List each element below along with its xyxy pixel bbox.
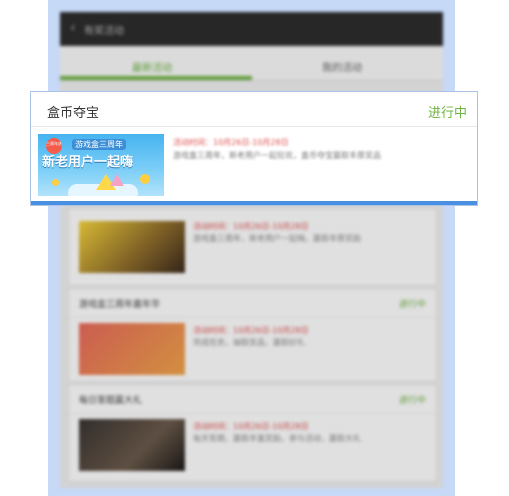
back-arrow-icon[interactable]: ‹ bbox=[70, 20, 76, 36]
banner-subtitle: 游戏盒三周年 bbox=[72, 139, 126, 150]
activity-desc: 完成任务，抽取奖品，赢取好礼 bbox=[193, 338, 305, 347]
activity-info: 活动时间：10月26日-10月28日 游戏盒三周年，新老用户一起狂欢，盒币夺宝赢… bbox=[173, 136, 467, 162]
highlight-bar bbox=[31, 201, 477, 205]
activity-status: 进行中 bbox=[398, 396, 426, 406]
gift-shape bbox=[110, 174, 124, 186]
background-app-screen: ‹ 有奖活动 最新活动 我的活动 活动时间：10月26日-10月28日 游戏盒三… bbox=[60, 12, 443, 488]
activity-desc: 每天答题，赢取丰富奖励，参与活动，赢取大礼 bbox=[193, 434, 361, 443]
activity-thumbnail bbox=[79, 323, 185, 375]
activity-date: 活动时间：10月26日-10月28日 bbox=[193, 222, 309, 231]
activity-desc: 游戏盒三周年，新老用户一起狂欢，盒币夺宝赢取丰厚奖品 bbox=[173, 151, 381, 160]
activity-tabs: 最新活动 我的活动 bbox=[60, 46, 443, 81]
activity-date: 活动时间：10月26日-10月28日 bbox=[173, 138, 289, 147]
activity-thumbnail bbox=[79, 419, 185, 471]
featured-activity-card[interactable]: 盒币夺宝 进行中 三周年庆 游戏盒三周年 新老用户一起嗨 活动时间：10月26日… bbox=[30, 91, 478, 206]
activity-status: 进行中 bbox=[398, 300, 426, 310]
coin-icon bbox=[52, 179, 59, 186]
activity-name: 游戏盒三周年嘉年华 bbox=[79, 300, 161, 310]
activity-desc: 游戏盒三周年，新老用户一起嗨，赢取丰厚奖励 bbox=[193, 234, 361, 243]
app-title: 有奖活动 bbox=[84, 26, 124, 37]
tab-indicator bbox=[60, 76, 252, 80]
activity-card[interactable]: 游戏盒三周年嘉年华 进行中 活动时间：10月26日-10月28日 完成任务，抽取… bbox=[68, 288, 437, 382]
activity-name: 每日答题赢大礼 bbox=[79, 396, 143, 406]
app-title-bar: ‹ 有奖活动 bbox=[60, 12, 443, 46]
activity-banner[interactable]: 三周年庆 游戏盒三周年 新老用户一起嗨 bbox=[38, 134, 164, 196]
activity-card[interactable]: 活动时间：10月26日-10月28日 游戏盒三周年，新老用户一起嗨，赢取丰厚奖励 bbox=[68, 208, 437, 286]
activity-title: 盒币夺宝 bbox=[47, 106, 100, 121]
activity-status: 进行中 bbox=[427, 106, 467, 121]
activity-date: 活动时间：10月26日-10月28日 bbox=[193, 422, 309, 431]
card-divider bbox=[31, 126, 477, 127]
activity-thumbnail bbox=[79, 221, 185, 273]
tab-mine[interactable]: 我的活动 bbox=[322, 59, 362, 74]
activity-card[interactable]: 每日答题赢大礼 进行中 活动时间：10月26日-10月28日 每天答题，赢取丰富… bbox=[68, 384, 437, 482]
banner-headline: 新老用户一起嗨 bbox=[42, 155, 134, 170]
activity-date: 活动时间：10月26日-10月28日 bbox=[193, 326, 309, 335]
tab-latest[interactable]: 最新活动 bbox=[132, 59, 172, 74]
coin-icon bbox=[140, 174, 150, 184]
